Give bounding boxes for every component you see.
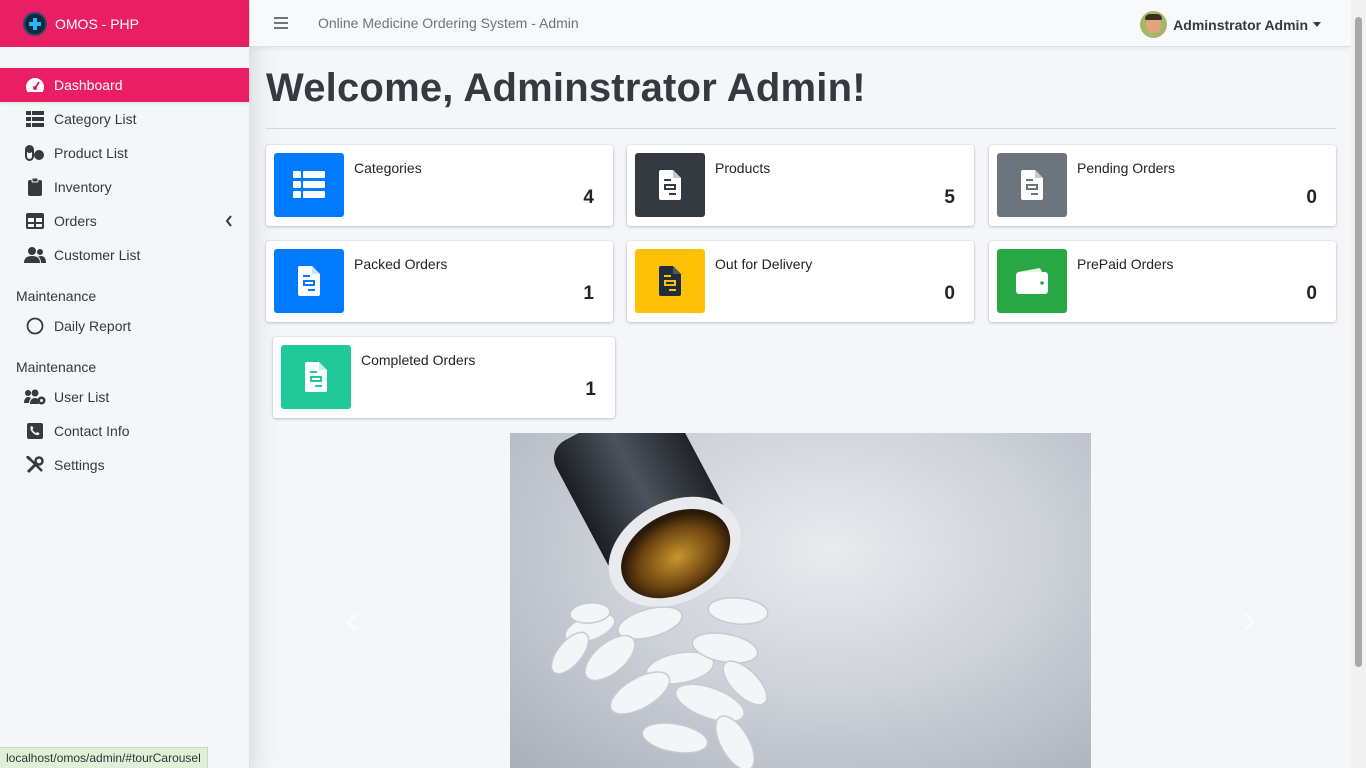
info-box-label: Packed Orders bbox=[354, 256, 448, 272]
info-box-completed-orders[interactable]: Completed Orders 1 bbox=[273, 337, 615, 418]
sidebar-item-label: Settings bbox=[54, 457, 105, 473]
sidebar-item-label: Inventory bbox=[54, 179, 112, 195]
phone-icon bbox=[24, 421, 46, 441]
file-icon bbox=[635, 153, 705, 217]
avatar bbox=[1140, 11, 1168, 38]
brand-name: OMOS - PHP bbox=[55, 15, 140, 32]
clipboard-icon bbox=[24, 177, 46, 197]
sidebar-section-header: Maintenance bbox=[16, 359, 97, 375]
info-box-value: 1 bbox=[585, 379, 596, 400]
sidebar-section-header: Maintenance bbox=[16, 288, 97, 304]
carousel-next-button[interactable] bbox=[1242, 612, 1256, 632]
sidebar-item-product-list[interactable]: Product List bbox=[0, 136, 249, 170]
sidebar-item-label: Customer List bbox=[54, 247, 141, 263]
info-box-value: 0 bbox=[1306, 283, 1317, 304]
table-icon bbox=[24, 211, 46, 231]
chevron-left-icon bbox=[225, 214, 233, 230]
sidebar-nav: Dashboard Category List Product List Inv… bbox=[0, 47, 249, 482]
info-box-packed-orders[interactable]: Packed Orders 1 bbox=[266, 241, 613, 322]
pills-icon bbox=[24, 143, 46, 163]
info-box-prepaid-orders[interactable]: PrePaid Orders 0 bbox=[989, 241, 1336, 322]
tools-icon bbox=[24, 455, 46, 475]
users-cog-icon bbox=[24, 387, 46, 407]
hamburger-menu-icon[interactable] bbox=[274, 17, 288, 29]
sidebar-item-label: Dashboard bbox=[54, 77, 123, 93]
brand-logo-icon bbox=[23, 11, 47, 36]
user-name: Adminstrator Admin bbox=[1173, 16, 1308, 33]
info-box-value: 5 bbox=[944, 187, 955, 208]
scrollbar-thumb[interactable] bbox=[1355, 17, 1362, 667]
info-box-pending-orders[interactable]: Pending Orders 0 bbox=[989, 145, 1336, 226]
info-box-label: PrePaid Orders bbox=[1077, 256, 1174, 272]
app-title: Online Medicine Ordering System - Admin bbox=[318, 15, 579, 31]
wallet-icon bbox=[997, 249, 1067, 313]
file-icon bbox=[281, 345, 351, 409]
sidebar-item-settings[interactable]: Settings bbox=[0, 448, 249, 482]
sidebar-item-label: User List bbox=[54, 389, 110, 405]
sidebar-item-label: Product List bbox=[54, 145, 128, 161]
info-box-value: 0 bbox=[944, 283, 955, 304]
browser-status-url: localhost/omos/admin/#tourCarousel bbox=[0, 747, 208, 768]
info-box-label: Out for Delivery bbox=[715, 256, 813, 272]
sidebar-item-label: Contact Info bbox=[54, 423, 130, 439]
file-icon bbox=[635, 249, 705, 313]
sidebar-item-label: Category List bbox=[54, 111, 137, 127]
caret-down-icon bbox=[1313, 22, 1321, 27]
info-box-value: 4 bbox=[583, 187, 594, 208]
sidebar-item-orders[interactable]: Orders bbox=[0, 204, 249, 238]
users-icon bbox=[24, 245, 46, 265]
divider bbox=[266, 128, 1336, 129]
brand-link[interactable]: OMOS - PHP bbox=[0, 0, 249, 47]
file-icon bbox=[274, 249, 344, 313]
tour-carousel-image bbox=[510, 433, 1091, 768]
info-box-products[interactable]: Products 5 bbox=[627, 145, 974, 226]
sidebar: OMOS - PHP Dashboard Category List Produ… bbox=[0, 0, 250, 768]
sidebar-item-dashboard[interactable]: Dashboard bbox=[0, 68, 249, 102]
user-menu-dropdown[interactable]: Adminstrator Admin bbox=[1140, 11, 1321, 38]
info-box-out-for-delivery[interactable]: Out for Delivery 0 bbox=[627, 241, 974, 322]
vertical-scrollbar[interactable] bbox=[1351, 0, 1366, 768]
info-box-value: 1 bbox=[583, 283, 594, 304]
carousel-prev-button[interactable] bbox=[345, 612, 359, 632]
dashboard-icon bbox=[24, 75, 46, 95]
info-box-label: Categories bbox=[354, 160, 422, 176]
sidebar-item-contact-info[interactable]: Contact Info bbox=[0, 414, 249, 448]
sidebar-item-user-list[interactable]: User List bbox=[0, 380, 249, 414]
sidebar-item-inventory[interactable]: Inventory bbox=[0, 170, 249, 204]
circle-icon bbox=[24, 316, 46, 336]
th-list-icon bbox=[274, 153, 344, 217]
info-box-label: Pending Orders bbox=[1077, 160, 1176, 176]
info-box-value: 0 bbox=[1306, 187, 1317, 208]
file-icon bbox=[997, 153, 1067, 217]
sidebar-item-daily-report[interactable]: Daily Report bbox=[0, 309, 249, 343]
sidebar-item-customer-list[interactable]: Customer List bbox=[0, 238, 249, 272]
list-icon bbox=[24, 109, 46, 129]
info-box-label: Completed Orders bbox=[361, 352, 476, 368]
sidebar-item-label: Orders bbox=[54, 213, 97, 229]
sidebar-item-category-list[interactable]: Category List bbox=[0, 102, 249, 136]
info-box-categories[interactable]: Categories 4 bbox=[266, 145, 613, 226]
sidebar-item-label: Daily Report bbox=[54, 318, 132, 334]
top-navbar: Online Medicine Ordering System - Admin … bbox=[250, 0, 1351, 47]
info-box-label: Products bbox=[715, 160, 771, 176]
page-title: Welcome, Adminstrator Admin! bbox=[266, 66, 866, 110]
